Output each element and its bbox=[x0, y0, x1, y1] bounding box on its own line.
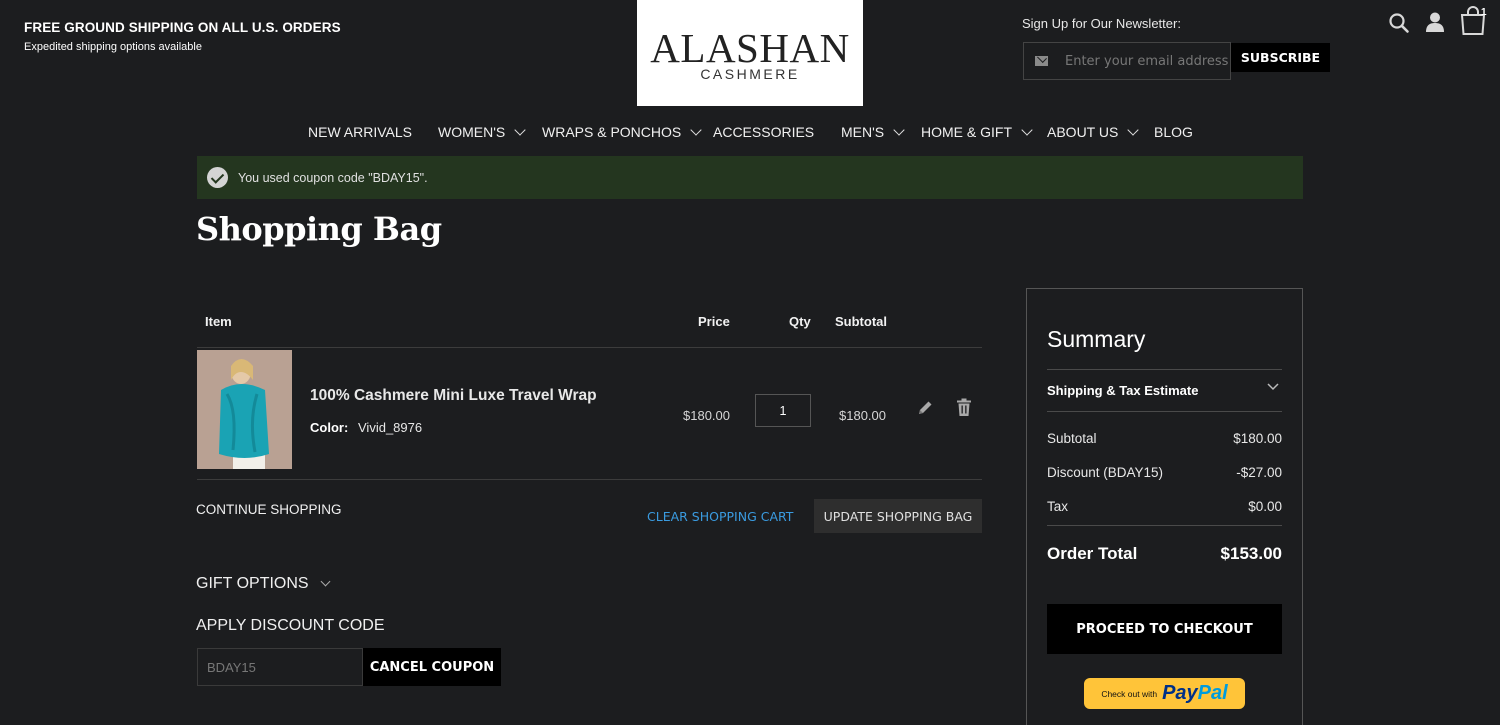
nav-item-blog[interactable]: BLOG bbox=[1154, 124, 1193, 140]
product-option-label: Color: bbox=[310, 420, 349, 435]
gift-options-label: GIFT OPTIONS bbox=[196, 575, 309, 592]
summary-divider bbox=[1047, 411, 1282, 412]
coupon-success-message: You used coupon code "BDAY15". bbox=[197, 156, 1303, 199]
subscribe-button[interactable]: SUBSCRIBE bbox=[1231, 43, 1330, 72]
nav-item-label: MEN'S bbox=[841, 124, 885, 140]
main-nav: NEW ARRIVALS WOMEN'S WRAPS & PONCHOS ACC… bbox=[0, 123, 1500, 144]
nav-item-label: WRAPS & PONCHOS bbox=[542, 124, 682, 140]
column-header-qty: Qty bbox=[789, 314, 811, 329]
product-price: $180.00 bbox=[683, 408, 730, 423]
chevron-down-icon bbox=[893, 123, 905, 136]
mail-icon bbox=[1035, 56, 1048, 66]
shipping-tax-estimate-toggle[interactable]: Shipping & Tax Estimate bbox=[1047, 383, 1198, 398]
nav-item-new-arrivals[interactable]: NEW ARRIVALS bbox=[308, 124, 412, 140]
chevron-down-icon bbox=[1127, 123, 1139, 136]
nav-item-label: ABOUT US bbox=[1047, 124, 1119, 140]
continue-shopping-link[interactable]: CONTINUE SHOPPING bbox=[196, 502, 342, 517]
column-header-price: Price bbox=[698, 314, 730, 329]
page-title: Shopping Bag bbox=[196, 210, 442, 248]
check-circle-icon bbox=[207, 167, 228, 188]
nav-item-accessories[interactable]: ACCESSORIES bbox=[713, 124, 814, 140]
order-total-value: $153.00 bbox=[1220, 544, 1282, 563]
product-name[interactable]: 100% Cashmere Mini Luxe Travel Wrap bbox=[310, 387, 597, 405]
table-divider bbox=[197, 479, 982, 480]
discount-code-input[interactable] bbox=[197, 648, 363, 686]
quantity-input[interactable] bbox=[755, 394, 811, 427]
table-divider bbox=[197, 347, 982, 348]
shipping-promo-subtitle: Expedited shipping options available bbox=[24, 41, 202, 53]
column-header-item: Item bbox=[205, 314, 232, 329]
discount-code-title: APPLY DISCOUNT CODE bbox=[196, 617, 385, 634]
nav-item-label: BLOG bbox=[1154, 124, 1193, 140]
product-subtotal: $180.00 bbox=[839, 408, 886, 423]
edit-pencil-icon[interactable] bbox=[916, 399, 934, 417]
summary-divider bbox=[1047, 369, 1282, 370]
logo-tagline: CASHMERE bbox=[700, 66, 800, 82]
newsletter-label: Sign Up for Our Newsletter: bbox=[1022, 16, 1181, 31]
nav-item-wraps-ponchos[interactable]: WRAPS & PONCHOS bbox=[542, 123, 702, 140]
nav-item-label: ACCESSORIES bbox=[713, 124, 815, 140]
logo[interactable]: ALASHAN CASHMERE bbox=[637, 0, 863, 106]
nav-item-label: NEW ARRIVALS bbox=[308, 124, 412, 140]
summary-discount-label: Discount (BDAY15) bbox=[1047, 465, 1164, 480]
cancel-coupon-button[interactable]: CANCEL COUPON bbox=[363, 648, 501, 686]
trash-icon[interactable] bbox=[956, 398, 972, 417]
paypal-checkout-button[interactable]: Check out with Pay Pal bbox=[1084, 678, 1245, 709]
summary-discount-value: -$27.00 bbox=[1236, 465, 1282, 480]
chevron-down-icon bbox=[1021, 123, 1033, 136]
nav-item-label: WOMEN'S bbox=[438, 124, 506, 140]
summary-subtotal-label: Subtotal bbox=[1047, 431, 1097, 446]
nav-item-womens[interactable]: WOMEN'S bbox=[438, 123, 526, 140]
nav-item-home-gift[interactable]: HOME & GIFT bbox=[921, 123, 1033, 140]
paypal-prefix: Check out with bbox=[1101, 688, 1158, 699]
chevron-down-icon bbox=[690, 123, 702, 136]
newsletter-email-input[interactable] bbox=[1065, 53, 1230, 69]
summary-subtotal-value: $180.00 bbox=[1233, 431, 1282, 446]
summary-divider bbox=[1047, 525, 1282, 526]
newsletter-email-field[interactable] bbox=[1023, 42, 1231, 80]
product-option-value: Vivid_8976 bbox=[358, 420, 423, 435]
nav-item-label: HOME & GIFT bbox=[921, 124, 1012, 140]
paypal-logo-pal: Pal bbox=[1197, 682, 1228, 704]
message-text: You used coupon code "BDAY15". bbox=[238, 170, 428, 185]
nav-item-mens[interactable]: MEN'S bbox=[841, 123, 905, 140]
summary-title: Summary bbox=[1047, 326, 1146, 352]
proceed-to-checkout-button[interactable]: PROCEED TO CHECKOUT bbox=[1047, 604, 1282, 654]
paypal-logo-pay: Pay bbox=[1162, 682, 1198, 704]
account-icon[interactable] bbox=[1424, 11, 1446, 33]
cart-count-badge: 1 bbox=[1481, 7, 1487, 18]
product-image[interactable] bbox=[197, 350, 292, 469]
shipping-promo-title: FREE GROUND SHIPPING ON ALL U.S. ORDERS bbox=[24, 20, 341, 35]
logo-wordmark: ALASHAN bbox=[650, 25, 850, 71]
search-icon[interactable] bbox=[1388, 12, 1410, 34]
chevron-down-icon bbox=[320, 576, 331, 587]
chevron-down-icon[interactable] bbox=[1266, 382, 1280, 392]
chevron-down-icon bbox=[514, 123, 526, 136]
summary-tax-value: $0.00 bbox=[1248, 499, 1282, 514]
summary-tax-label: Tax bbox=[1047, 499, 1069, 514]
clear-cart-link[interactable]: CLEAR SHOPPING CART bbox=[647, 509, 793, 524]
column-header-subtotal: Subtotal bbox=[835, 314, 887, 329]
update-bag-button[interactable]: UPDATE SHOPPING BAG bbox=[814, 499, 982, 533]
order-total-label: Order Total bbox=[1047, 544, 1138, 563]
nav-item-about-us[interactable]: ABOUT US bbox=[1047, 123, 1139, 140]
gift-options-toggle[interactable]: GIFT OPTIONS bbox=[196, 575, 331, 593]
